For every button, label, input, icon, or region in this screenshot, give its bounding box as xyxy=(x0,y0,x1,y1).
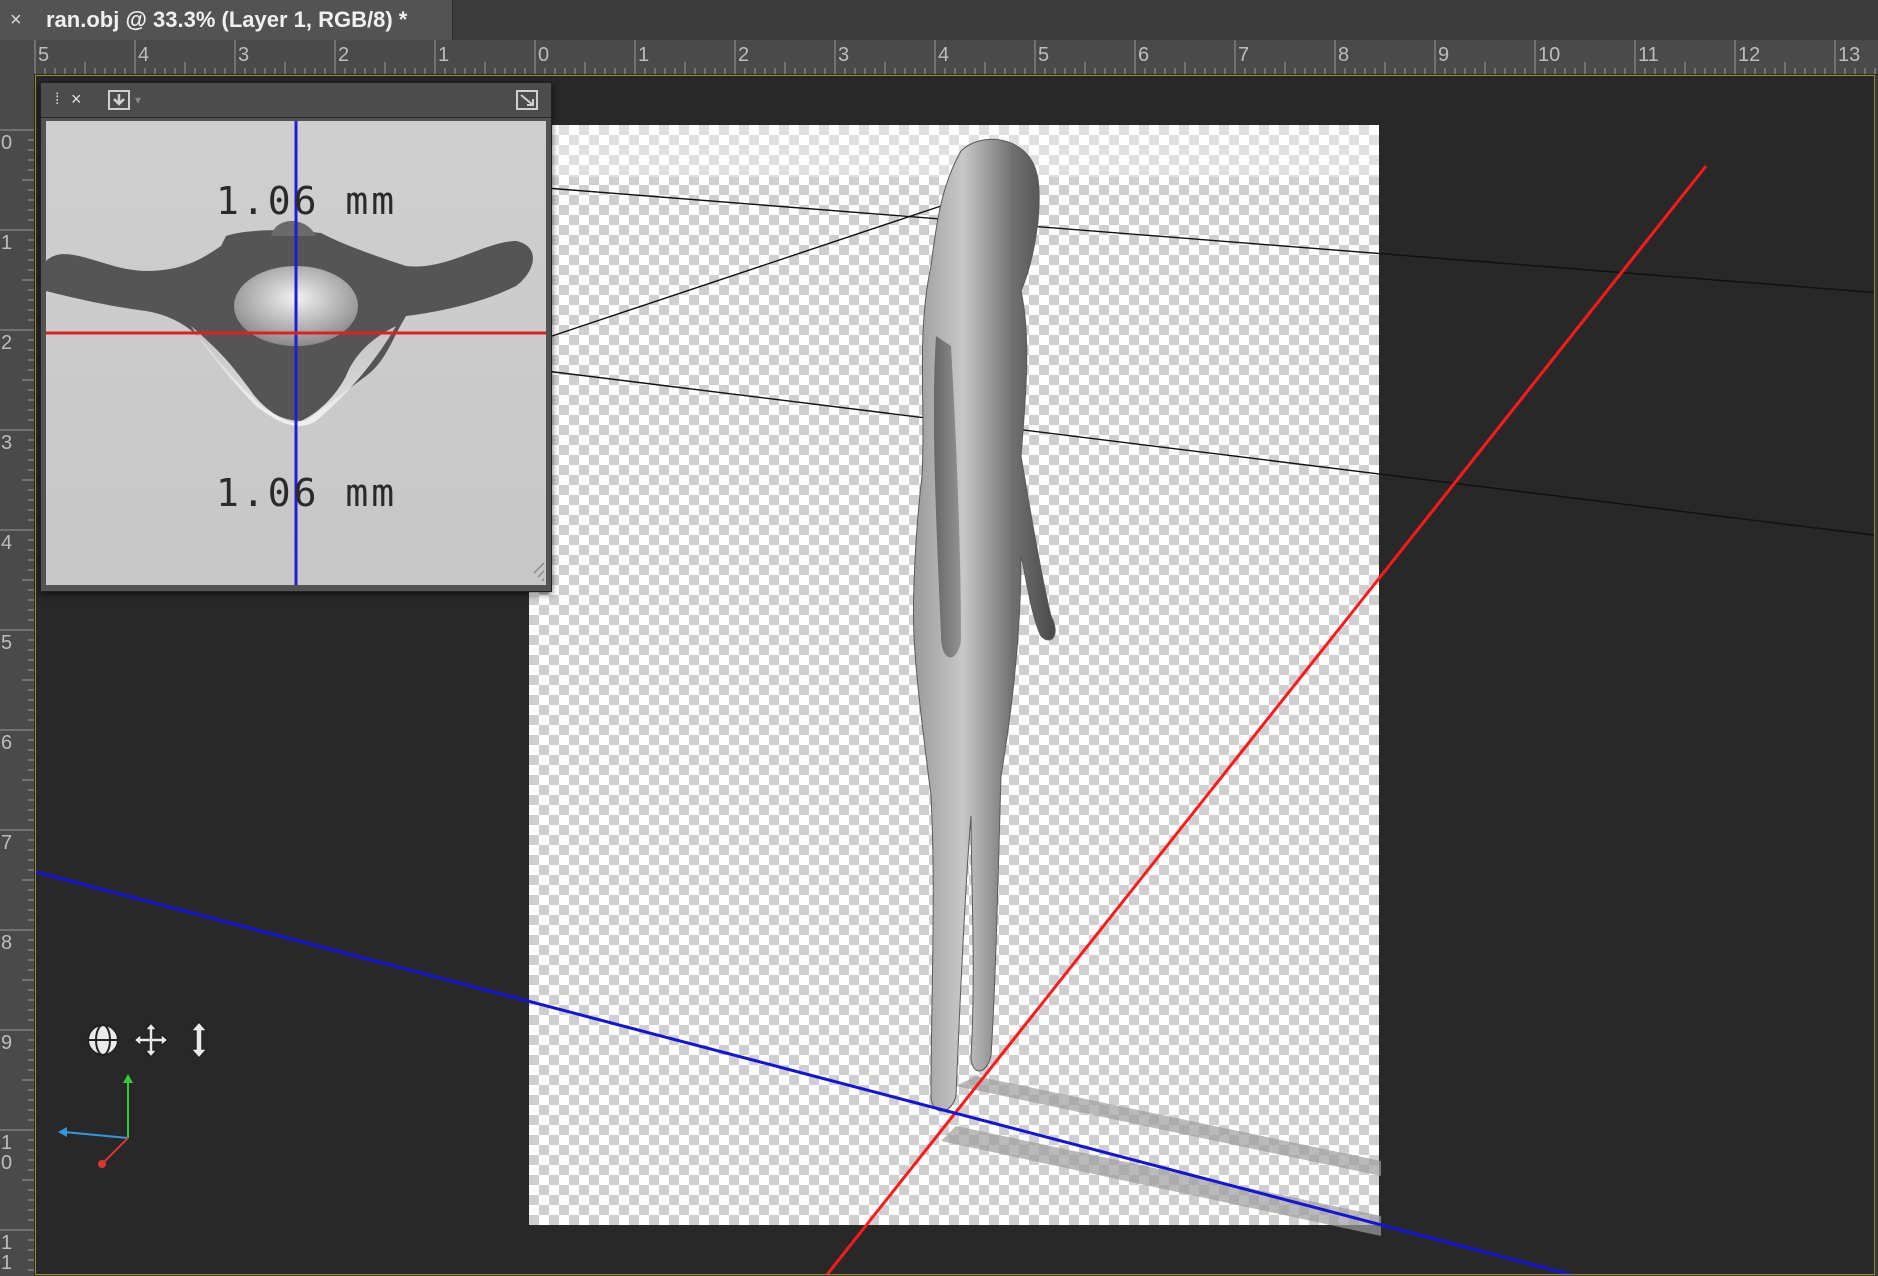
3d-figure xyxy=(912,138,1056,1112)
3d-secondary-view-panel[interactable]: ⁞ × ▾ 1.06 mm 1.06 mm xyxy=(40,82,552,592)
ruler-label-top: 1 xyxy=(438,44,450,66)
dimension-label-bottom: 1.06 mm xyxy=(216,471,398,515)
ruler-ticks-left xyxy=(0,129,34,1271)
ruler-label-left: 8 xyxy=(1,932,13,954)
dolly-icon[interactable] xyxy=(180,1020,218,1060)
figure-shadow xyxy=(956,1076,1381,1176)
z-axis-arrow-icon xyxy=(58,1127,67,1137)
ruler-label-left: 9 xyxy=(1,1032,13,1054)
axis-orientation-widget[interactable] xyxy=(54,1070,144,1170)
dimension-label-top: 1.06 mm xyxy=(216,179,398,223)
ruler-label-top: 9 xyxy=(1438,44,1450,66)
ruler-label-left: 1 0 xyxy=(1,1132,13,1174)
ruler-label-top: 8 xyxy=(1338,44,1350,66)
ruler-label-left: 6 xyxy=(1,732,13,754)
figure-shadow-2 xyxy=(941,1126,1381,1236)
secondary-3d-view[interactable]: 1.06 mm 1.06 mm xyxy=(46,121,546,585)
save-view-icon[interactable] xyxy=(107,89,131,111)
ruler-label-top: 13 xyxy=(1838,44,1861,66)
ruler-label-left: 4 xyxy=(1,532,13,554)
ruler-label-left: 3 xyxy=(1,432,13,454)
ruler-label-top: 3 xyxy=(838,44,850,66)
ruler-label-top: 2 xyxy=(738,44,750,66)
ruler-label-left: 1 1 xyxy=(1,1232,13,1274)
camera-frustum-line xyxy=(545,370,1874,536)
ruler-label-top: 10 xyxy=(1538,44,1561,66)
ruler-label-top: 12 xyxy=(1738,44,1761,66)
ruler-label-top: 11 xyxy=(1638,44,1659,66)
camera-frustum-line xyxy=(545,205,942,339)
horizontal-ruler[interactable]: 5 4 3 2 1 0 1 2 3 4 5 6 7 8 9 10 11 12 13 xyxy=(0,40,1878,75)
x-axis-arrow-icon xyxy=(98,1160,106,1168)
3d-navigation-tools xyxy=(84,1020,224,1064)
ruler-label-top: 2 xyxy=(338,44,350,66)
ruler-label-left: 1 xyxy=(1,232,13,254)
ruler-label-top: 0 xyxy=(538,44,550,66)
ruler-label-top: 3 xyxy=(238,44,250,66)
dropdown-icon[interactable]: ▾ xyxy=(135,93,141,107)
pan-icon[interactable] xyxy=(132,1020,170,1060)
panel-header[interactable]: ⁞ × ▾ xyxy=(41,83,551,118)
ruler-label-left: 5 xyxy=(1,632,13,654)
ruler-label-top: 5 xyxy=(1038,44,1050,66)
ruler-label-top: 6 xyxy=(1138,44,1150,66)
ruler-label-top: 4 xyxy=(138,44,150,66)
ruler-label-top: 5 xyxy=(38,44,50,66)
ruler-label-top: 1 xyxy=(638,44,650,66)
ruler-label-left: 2 xyxy=(1,332,13,354)
expand-icon[interactable] xyxy=(515,89,539,111)
document-title: ran.obj @ 33.3% (Layer 1, RGB/8) * xyxy=(46,7,408,32)
vertical-ruler[interactable]: 0 1 2 3 4 5 6 7 8 9 1 0 1 1 xyxy=(0,74,35,1276)
document-tab-bar: × ran.obj @ 33.3% (Layer 1, RGB/8) * xyxy=(0,0,1878,41)
orbit-icon[interactable] xyxy=(84,1020,122,1060)
z-axis-line xyxy=(36,870,1575,1274)
ruler-label-left: 0 xyxy=(1,132,13,154)
ruler-label-left: 7 xyxy=(1,832,13,854)
document-tab[interactable]: × ran.obj @ 33.3% (Layer 1, RGB/8) * xyxy=(0,0,453,40)
ruler-label-top: 4 xyxy=(938,44,950,66)
close-icon[interactable]: × xyxy=(71,89,82,109)
panel-grip-icon[interactable]: ⁞ xyxy=(55,91,59,109)
y-axis-arrow-icon xyxy=(123,1074,133,1083)
close-tab-icon[interactable]: × xyxy=(10,8,22,32)
ruler-label-top: 7 xyxy=(1238,44,1250,66)
